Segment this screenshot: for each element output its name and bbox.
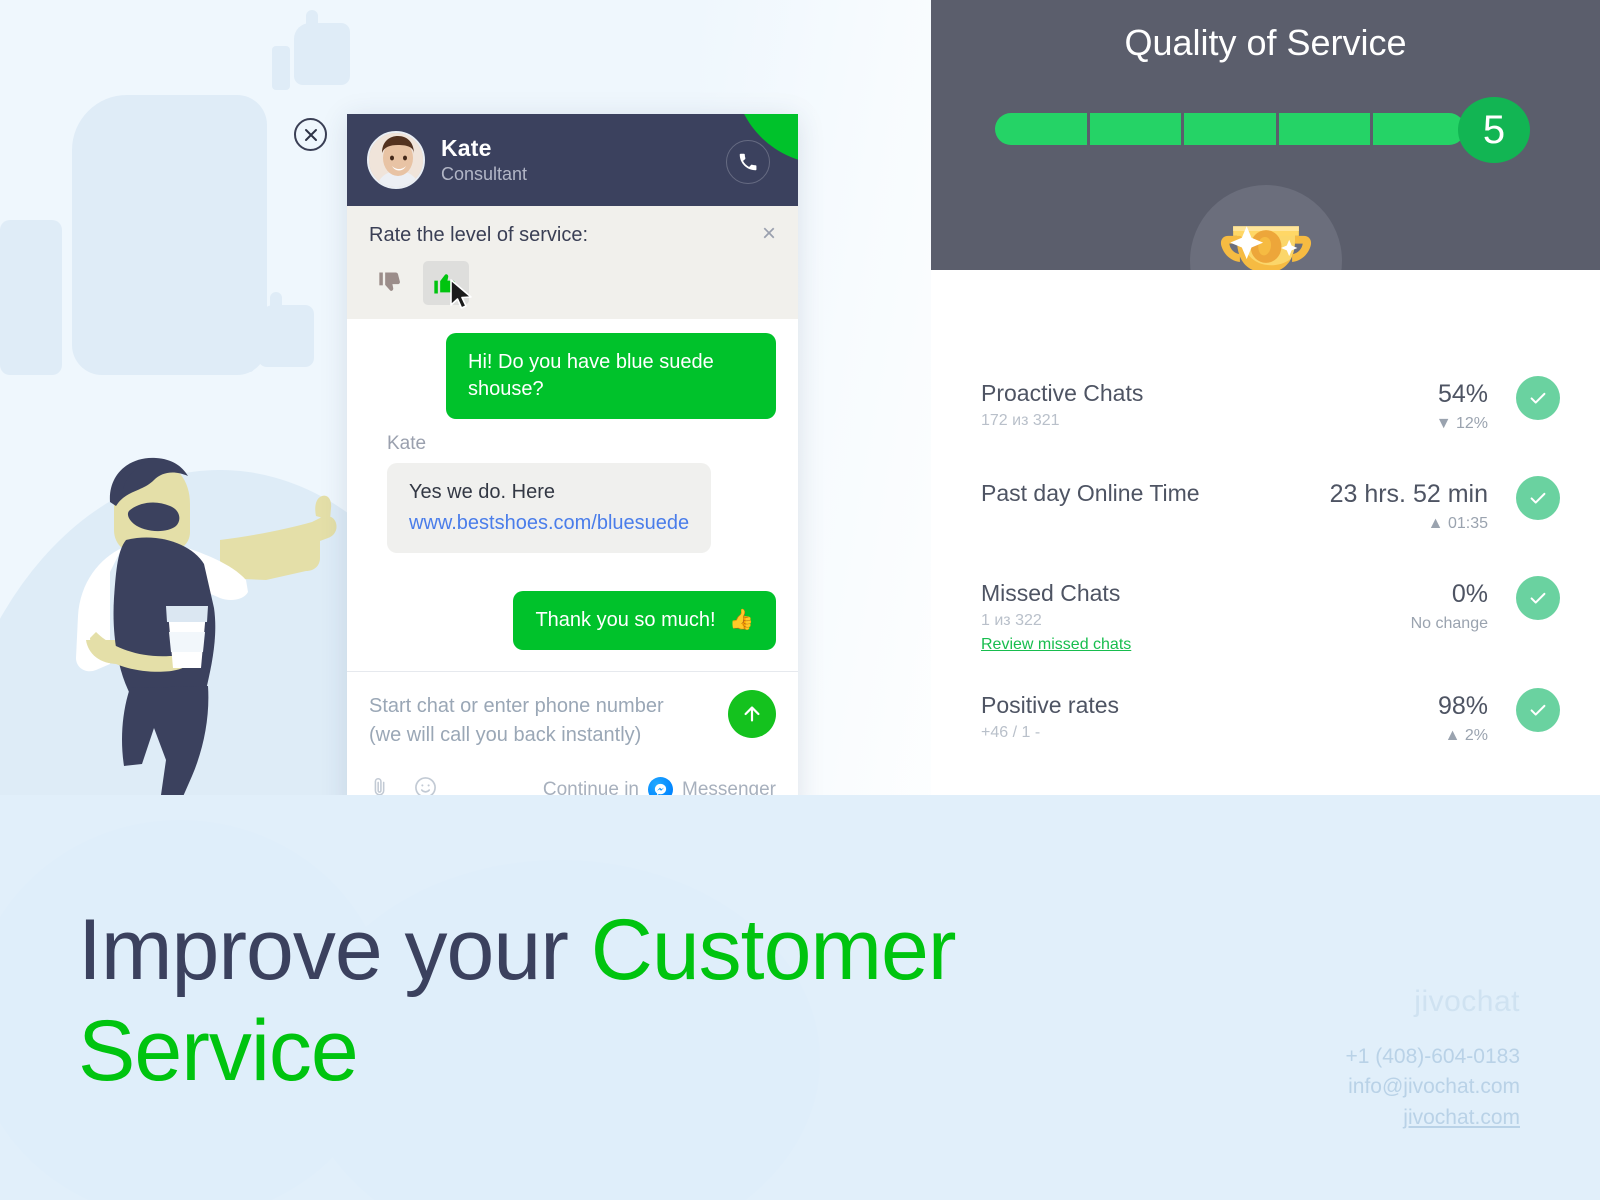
message-input[interactable]: Start chat or enter phone number (we wil… [369, 692, 699, 750]
metric-delta: ▲ 2% [1444, 727, 1488, 744]
message-row-outgoing: Thank you so much! 👍 [369, 591, 776, 650]
check-circle-icon [1516, 376, 1560, 420]
progress-segment [1278, 113, 1371, 145]
thumbs-up-decoration-small2-icon [236, 292, 318, 372]
contact-email: info@jivochat.com [1348, 1075, 1520, 1099]
thumbs-up-decoration-small-icon [272, 10, 354, 90]
metric-value: 98% [1437, 692, 1488, 720]
headline-accent-2: Service [78, 1003, 359, 1100]
metric-value: 54% [1437, 380, 1488, 408]
chat-header: Kate Consultant [347, 114, 798, 206]
poster-canvas: Kate Consultant Rate the level of servic… [0, 0, 1600, 1200]
message-composer: Start chat or enter phone number (we wil… [347, 671, 798, 813]
headline-plain: Improve your [78, 902, 591, 998]
man-illustration [70, 440, 340, 810]
contact-phone: +1 (408)-604-0183 [1345, 1045, 1520, 1068]
progress-segment [1089, 113, 1182, 145]
check-circle-icon [1516, 688, 1560, 732]
message-text: Yes we do. Here [409, 481, 556, 503]
brand-logo: jivochat [1414, 985, 1520, 1018]
send-arrow-icon[interactable] [728, 690, 776, 738]
rating-title: Rate the level of service: [369, 224, 588, 246]
rating-prompt: Rate the level of service: × [347, 206, 798, 319]
message-row-outgoing: Hi! Do you have blue suede shouse? [369, 333, 776, 419]
metric-row: Proactive Chats 172 из 321 54% ▼ 12% [931, 376, 1600, 480]
phone-icon[interactable] [726, 140, 770, 184]
thumbs-up-emoji-icon: 👍 [729, 609, 754, 631]
progress-segment [1373, 113, 1465, 145]
message-row-incoming: Kate Yes we do. Here www.bestshoes.com/b… [369, 433, 776, 553]
avatar [367, 131, 425, 189]
metric-delta: No change [1410, 615, 1488, 632]
close-circle-icon[interactable] [294, 118, 327, 151]
metric-row: Past day Online Time 23 hrs. 52 min ▲ 01… [931, 476, 1600, 580]
agent-meta: Kate Consultant [441, 135, 527, 185]
agent-name: Kate [441, 135, 492, 161]
headline-accent-1: Customer [590, 902, 957, 998]
page-title: Quality of Service [1124, 22, 1407, 63]
metric-row: Positive rates +46 / 1 - 98% ▲ 2% [931, 688, 1600, 792]
contact-info: +1 (408)-604-0183 info@jivochat.com jivo… [1345, 1042, 1520, 1133]
metric-value-group: 98% ▲ 2% [1438, 692, 1488, 745]
metric-value-group: 54% ▼ 12% [1436, 380, 1488, 433]
metric-delta: ▲ 01:35 [1427, 515, 1488, 532]
quality-score-badge: 5 [1458, 97, 1530, 163]
message-bubble: Yes we do. Here www.bestshoes.com/bluesu… [387, 463, 712, 553]
metric-value: 0% [1451, 580, 1488, 608]
metric-value-group: 0% No change [1411, 580, 1488, 633]
cursor-arrow-icon [449, 279, 475, 311]
metric-value-group: 23 hrs. 52 min ▲ 01:35 [1330, 480, 1488, 533]
progress-segment [1184, 113, 1276, 145]
quality-progress-bar [995, 113, 1465, 145]
thumbs-down-icon[interactable] [369, 263, 413, 303]
contact-website[interactable]: jivochat.com [1345, 1103, 1520, 1133]
metric-row: Missed Chats 1 из 322 Review missed chat… [931, 576, 1600, 680]
check-circle-icon [1516, 476, 1560, 520]
rating-buttons [369, 261, 776, 309]
message-link[interactable]: www.bestshoes.com/bluesuede [409, 510, 689, 537]
chat-widget: Kate Consultant Rate the level of servic… [347, 114, 798, 813]
thumbs-up-icon[interactable] [423, 261, 472, 309]
review-missed-chats-link[interactable]: Review missed chats [981, 636, 1131, 654]
metric-value: 23 hrs. 52 min [1329, 480, 1488, 508]
check-circle-icon [1516, 576, 1560, 620]
message-text: Thank you so much! [535, 609, 716, 631]
message-sender: Kate [387, 433, 427, 454]
message-bubble: Hi! Do you have blue suede shouse? [446, 333, 776, 419]
metric-delta: ▼ 12% [1435, 415, 1488, 432]
page-headline: Improve your Customer Service [78, 900, 978, 1103]
rating-close-icon[interactable]: × [762, 222, 776, 246]
message-list: Hi! Do you have blue suede shouse? Kate … [347, 319, 798, 671]
agent-role: Consultant [441, 164, 528, 184]
progress-segment [995, 113, 1087, 145]
message-bubble: Thank you so much! 👍 [513, 591, 776, 650]
